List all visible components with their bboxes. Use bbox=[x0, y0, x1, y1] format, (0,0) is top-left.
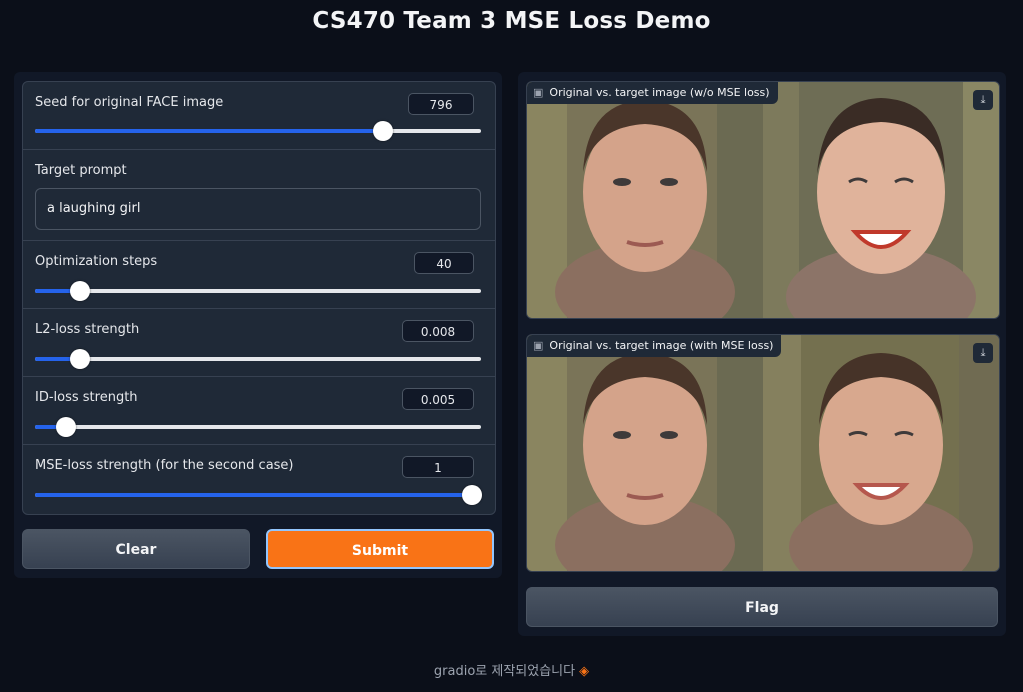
download-icon[interactable]: ⤓ bbox=[973, 90, 993, 110]
id-slider-track[interactable] bbox=[35, 417, 481, 437]
steps-slider-track[interactable] bbox=[35, 281, 481, 301]
seed-slider-block: Seed for original FACE image 796 bbox=[23, 82, 495, 149]
submit-button[interactable]: Submit bbox=[266, 529, 494, 569]
mse-slider-track[interactable] bbox=[35, 485, 483, 505]
mse-slider-thumb[interactable] bbox=[462, 485, 483, 505]
seed-slider-track[interactable] bbox=[35, 121, 481, 141]
footer: gradio로 제작되었습니다 ◈ bbox=[0, 660, 1023, 679]
controls-form: Seed for original FACE image 796 Target … bbox=[22, 81, 496, 515]
steps-slider-thumb[interactable] bbox=[69, 281, 90, 301]
output-label-without-mse: ▣ Original vs. target image (w/o MSE loss… bbox=[527, 82, 778, 104]
output-label-with-mse: ▣ Original vs. target image (with MSE los… bbox=[527, 335, 782, 357]
l2-label: L2-loss strength bbox=[35, 322, 140, 337]
input-panel: Seed for original FACE image 796 Target … bbox=[14, 72, 502, 578]
l2-number-input[interactable]: 0.008 bbox=[402, 320, 474, 342]
image-icon: ▣ bbox=[533, 339, 544, 352]
gradio-logo-icon: ◈ bbox=[579, 664, 590, 679]
id-number-input[interactable]: 0.005 bbox=[402, 388, 474, 410]
output-image-without-mse: ▣ Original vs. target image (w/o MSE loss… bbox=[526, 81, 1000, 319]
mse-slider-block: MSE-loss strength (for the second case) … bbox=[23, 444, 495, 514]
seed-label: Seed for original FACE image bbox=[35, 95, 224, 110]
seed-number-input[interactable]: 796 bbox=[408, 93, 474, 115]
footer-text[interactable]: gradio로 제작되었습니다 bbox=[434, 664, 575, 679]
output-label-text: Original vs. target image (with MSE loss… bbox=[549, 339, 774, 352]
app-title: CS470 Team 3 MSE Loss Demo bbox=[312, 8, 711, 34]
output-label-text: Original vs. target image (w/o MSE loss) bbox=[549, 86, 770, 99]
prompt-label: Target prompt bbox=[35, 163, 127, 178]
clear-button[interactable]: Clear bbox=[22, 529, 250, 569]
download-icon[interactable]: ⤓ bbox=[973, 343, 993, 363]
id-label: ID-loss strength bbox=[35, 390, 138, 405]
id-slider-thumb[interactable] bbox=[56, 417, 77, 437]
original-face-image bbox=[527, 82, 763, 318]
target-face-image bbox=[763, 82, 999, 318]
steps-slider-block: Optimization steps 40 bbox=[23, 240, 495, 309]
seed-slider-thumb[interactable] bbox=[372, 121, 393, 141]
prompt-block: Target prompt a laughing girl bbox=[23, 149, 495, 241]
mse-number-input[interactable]: 1 bbox=[402, 456, 474, 478]
prompt-input[interactable]: a laughing girl bbox=[35, 188, 481, 230]
l2-slider-block: L2-loss strength 0.008 bbox=[23, 308, 495, 377]
target-face-image bbox=[763, 335, 999, 571]
mse-slider-fill bbox=[35, 493, 473, 497]
image-icon: ▣ bbox=[533, 86, 544, 99]
l2-slider-thumb[interactable] bbox=[69, 349, 90, 369]
mse-label: MSE-loss strength (for the second case) bbox=[35, 458, 294, 473]
original-face-image bbox=[527, 335, 763, 571]
steps-label: Optimization steps bbox=[35, 254, 158, 269]
seed-slider-fill bbox=[35, 129, 383, 133]
output-image-with-mse: ▣ Original vs. target image (with MSE los… bbox=[526, 334, 1000, 572]
steps-number-input[interactable]: 40 bbox=[414, 252, 474, 274]
flag-button[interactable]: Flag bbox=[526, 587, 998, 627]
l2-slider-track[interactable] bbox=[35, 349, 481, 369]
output-panel: ▣ Original vs. target image (w/o MSE loss… bbox=[518, 72, 1006, 636]
id-slider-block: ID-loss strength 0.005 bbox=[23, 376, 495, 445]
